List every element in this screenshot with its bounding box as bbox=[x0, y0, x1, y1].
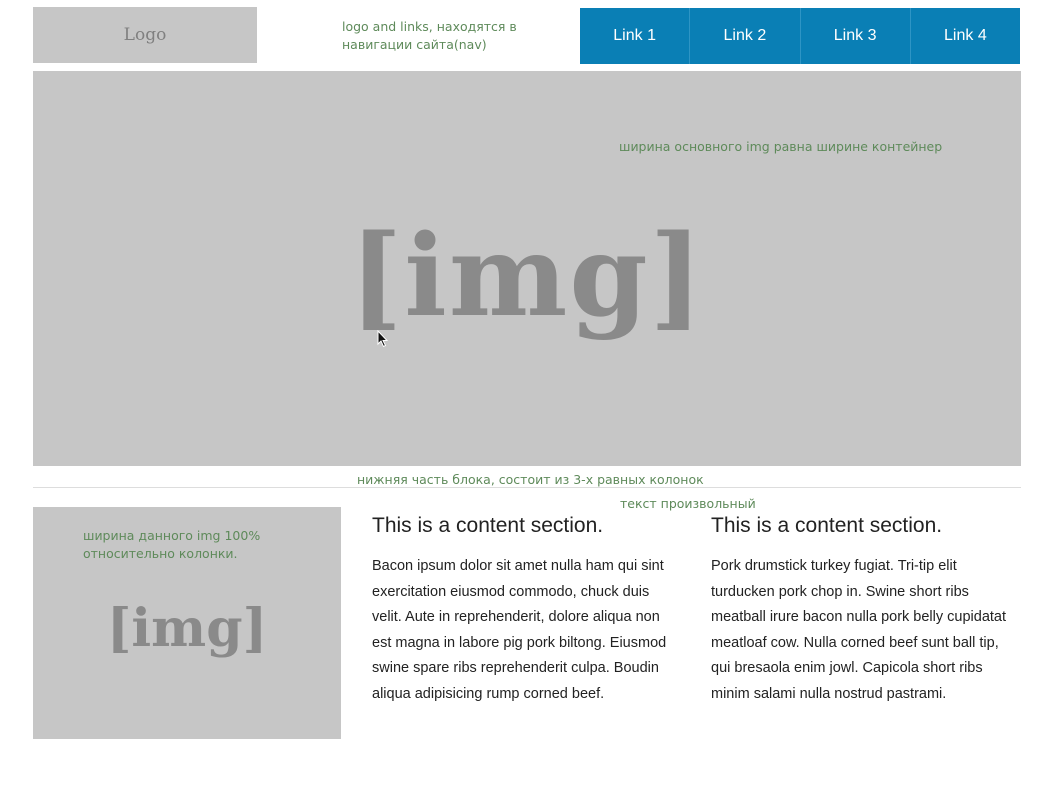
content-column-2: This is a content section. Bacon ipsum d… bbox=[372, 512, 682, 707]
logo-label: Logo bbox=[123, 25, 167, 45]
content-column-3: This is a content section. Pork drumstic… bbox=[711, 512, 1021, 707]
hero-image-label: [img] bbox=[349, 211, 705, 342]
main-nav: Link 1 Link 2 Link 3 Link 4 bbox=[580, 8, 1020, 64]
nav-link-1[interactable]: Link 1 bbox=[580, 8, 691, 64]
section-divider bbox=[33, 487, 1021, 488]
column-image-annotation: ширина данного img 100% относительно кол… bbox=[83, 528, 261, 561]
column-image-label: [img] bbox=[106, 598, 268, 659]
nav-link-2[interactable]: Link 2 bbox=[690, 8, 801, 64]
hero-image-placeholder: ширина основного img равна ширине контей… bbox=[33, 71, 1021, 466]
content-section-body: Pork drumstick turkey fugiat. Tri-tip el… bbox=[711, 558, 1007, 702]
hero-annotation: ширина основного img равна ширине контей… bbox=[619, 139, 943, 154]
text-annotation: текст произвольный bbox=[620, 496, 756, 511]
mouse-cursor-icon bbox=[377, 330, 389, 348]
nav-link-3[interactable]: Link 3 bbox=[801, 8, 911, 64]
content-section-title: This is a content section. bbox=[711, 514, 943, 537]
logo-placeholder[interactable]: Logo bbox=[33, 7, 257, 63]
nav-link-4[interactable]: Link 4 bbox=[911, 8, 1020, 64]
content-section-body: Bacon ipsum dolor sit amet nulla ham qui… bbox=[372, 558, 667, 702]
nav-annotation: logo and links, находятся в навигации са… bbox=[342, 19, 517, 52]
column-image-placeholder: ширина данного img 100% относительно кол… bbox=[33, 507, 341, 739]
content-section-title: This is a content section. bbox=[372, 514, 604, 537]
